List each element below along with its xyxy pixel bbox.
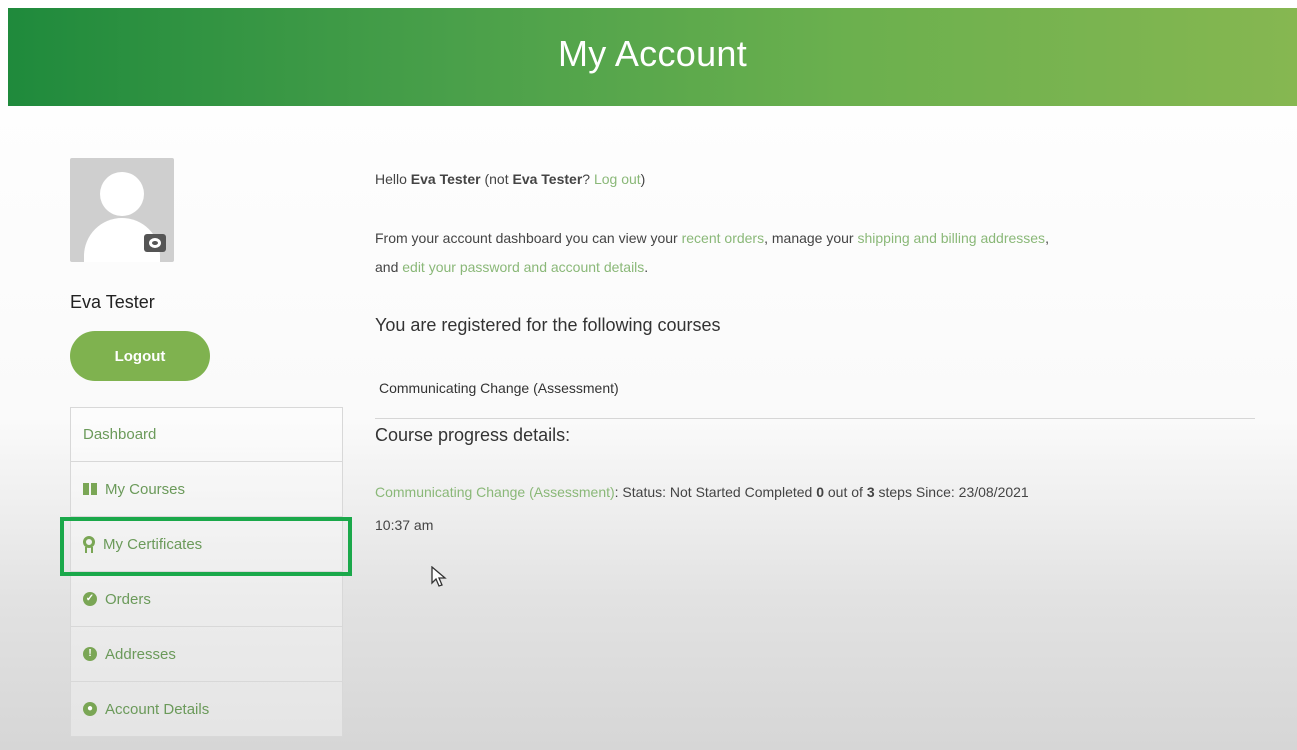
course-status-text: : Status: Not Started Completed: [614, 484, 813, 500]
nav-item-label: Addresses: [105, 645, 176, 663]
addresses-link[interactable]: shipping and billing addresses: [857, 230, 1045, 246]
registered-course-item: Communicating Change (Assessment): [379, 380, 619, 396]
nav-item-label: My Courses: [105, 480, 186, 498]
camera-icon[interactable]: [144, 234, 166, 252]
highlight-annotation: [60, 517, 352, 576]
page-header: My Account: [8, 8, 1297, 106]
nav-item-dashboard[interactable]: Dashboard: [70, 407, 343, 462]
course-progress-details: Communicating Change (Assessment): Statu…: [375, 476, 1255, 542]
recent-orders-link[interactable]: recent orders: [682, 230, 764, 246]
greeting-not-name: Eva Tester: [512, 171, 583, 187]
total-steps-count: 3: [866, 484, 875, 500]
nav-item-orders[interactable]: ✓ Orders: [70, 572, 343, 627]
course-progress-heading: Course progress details:: [375, 425, 571, 445]
account-details-link[interactable]: edit your password and account details: [402, 259, 644, 275]
out-of-text: out of: [827, 484, 863, 500]
greeting-close: ): [640, 171, 646, 187]
registered-courses-heading: You are registered for the following cou…: [375, 315, 721, 335]
avatar-placeholder-head: [100, 172, 144, 216]
completed-steps-count: 0: [816, 484, 824, 500]
user-display-name: Eva Tester: [70, 292, 155, 312]
steps-since-text: steps Since: 23/08/2021: [878, 484, 1029, 500]
logout-link[interactable]: Log out: [594, 171, 641, 187]
page-title: My Account: [557, 33, 748, 74]
greeting-user-name: Eva Tester: [410, 171, 481, 187]
intro-text: , manage your: [764, 230, 854, 246]
avatar[interactable]: [70, 158, 174, 262]
greeting-hello: Hello: [375, 171, 407, 187]
mouse-cursor-icon: [431, 566, 447, 587]
intro-text: ,: [1045, 230, 1049, 246]
intro-text: From your account dashboard you can view…: [375, 230, 678, 246]
info-circle-icon: !: [83, 647, 97, 661]
divider: [375, 418, 1255, 419]
book-icon: [83, 482, 97, 496]
enrolled-time: 10:37 am: [375, 517, 434, 533]
user-circle-icon: ●: [83, 702, 97, 716]
course-progress-link[interactable]: Communicating Change (Assessment): [375, 484, 615, 500]
nav-item-my-courses[interactable]: My Courses: [70, 462, 343, 517]
check-circle-icon: ✓: [83, 592, 97, 606]
nav-item-account-details[interactable]: ● Account Details: [70, 682, 343, 737]
greeting-text: Hello Eva Tester (not Eva Tester? Log ou…: [375, 171, 645, 187]
greeting-question: ?: [582, 171, 591, 187]
intro-text: .: [644, 259, 649, 275]
nav-item-label: Dashboard: [83, 426, 157, 443]
dashboard-intro: From your account dashboard you can view…: [375, 224, 1255, 282]
intro-text: and: [375, 259, 399, 275]
nav-item-addresses[interactable]: ! Addresses: [70, 627, 343, 682]
greeting-not-prefix: (not: [484, 171, 509, 187]
logout-button[interactable]: Logout: [70, 331, 210, 381]
account-page: My Account Eva Tester Logout Dashboard M…: [0, 0, 1297, 750]
nav-item-label: Account Details: [105, 700, 210, 718]
nav-item-label: Orders: [105, 590, 151, 608]
